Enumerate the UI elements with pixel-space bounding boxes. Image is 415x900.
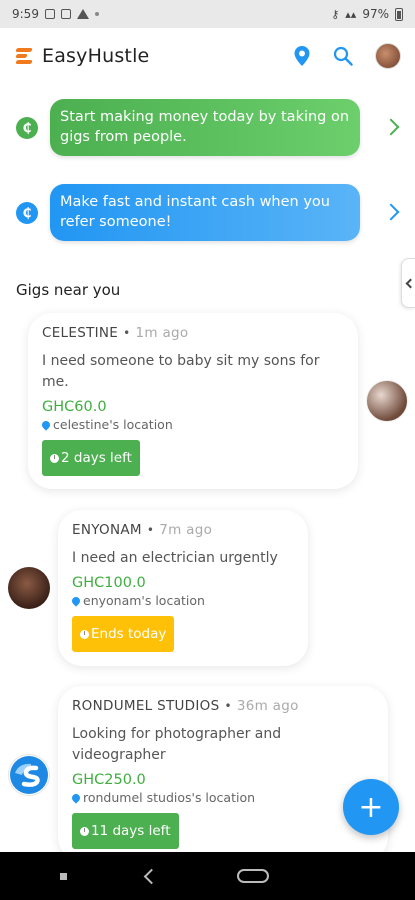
gig-description: I need an electrician urgently [72, 550, 278, 566]
gig-location-text: celestine's location [53, 417, 173, 432]
app-title: EasyHustle [42, 45, 150, 67]
cedi-icon: ₵ [16, 202, 38, 224]
battery-percent: 97% [362, 7, 389, 21]
chevron-right-icon[interactable] [382, 203, 400, 221]
side-drawer-handle[interactable] [401, 258, 415, 308]
gig-description: I need someone to baby sit my sons for m… [42, 353, 320, 390]
cedi-icon: ₵ [16, 117, 38, 139]
section-title: Gigs near you [16, 281, 121, 299]
gig-location: celestine's location [40, 417, 344, 432]
add-gig-button[interactable]: + [343, 779, 399, 835]
studio-logo-icon [10, 756, 48, 794]
location-pin-icon [40, 418, 52, 431]
badge-text: 2 days left [61, 450, 132, 466]
dot-icon [94, 12, 99, 16]
warning-icon [76, 9, 89, 19]
gig-location: enyonam's location [70, 593, 294, 608]
status-badge: 2 days left [42, 440, 140, 476]
gig-card[interactable]: RONDUMEL STUDIOS • 36m ago Looking for p… [58, 686, 388, 861]
logo-icon [14, 45, 36, 67]
chevron-left-icon [405, 278, 415, 288]
badge-text: 11 days left [91, 823, 171, 839]
gig-time: 1m ago [135, 325, 189, 341]
banner-text: Start making money today by taking on gi… [50, 99, 360, 156]
gig-description: Looking for photographer and videographe… [72, 726, 282, 763]
system-nav-bar [0, 852, 415, 900]
signal-icon: ▴▴ [345, 7, 357, 21]
gig-time: 36m ago [236, 698, 299, 714]
notification-icon [60, 9, 71, 19]
status-time: 9:59 [12, 7, 39, 21]
app-logo: EasyHustle [14, 45, 149, 67]
gig-poster: RONDUMEL STUDIOS [72, 698, 220, 714]
gig-poster-avatar[interactable] [8, 754, 50, 796]
nav-spacer [348, 873, 355, 880]
status-bar: 9:59 ⚷ ▴▴ 97% [0, 0, 415, 28]
app-bar: EasyHustle [0, 28, 415, 84]
back-button[interactable] [143, 868, 160, 884]
clock-icon [50, 453, 59, 463]
gig-price: GHC250.0 [72, 772, 146, 788]
key-icon: ⚷ [331, 7, 340, 21]
gig-location-text: enyonam's location [83, 593, 205, 608]
separator-dot: • [123, 326, 131, 340]
location-pin-icon [70, 791, 82, 804]
clock-icon [80, 826, 89, 836]
status-badge: 11 days left [72, 813, 179, 849]
gig-poster-avatar[interactable] [8, 567, 50, 609]
profile-avatar[interactable] [375, 43, 401, 69]
separator-dot: • [146, 523, 155, 537]
recents-button[interactable] [59, 872, 67, 880]
location-pin-icon[interactable] [293, 45, 311, 67]
chevron-right-icon[interactable] [382, 118, 400, 136]
gig-location-text: rondumel studios's location [83, 790, 256, 805]
gig-poster: CELESTINE [42, 325, 119, 341]
gig-poster: ENYONAM [72, 522, 142, 538]
gig-time: 7m ago [159, 522, 213, 538]
status-badge: Ends today [72, 616, 175, 652]
home-button[interactable] [236, 869, 269, 883]
banner-text: Make fast and instant cash when you refe… [50, 184, 360, 241]
gig-poster-avatar[interactable] [366, 380, 408, 422]
promo-banner-gigs[interactable]: ₵ Start making money today by taking on … [0, 99, 415, 156]
battery-icon [395, 7, 403, 21]
badge-text: Ends today [91, 626, 167, 642]
gig-price: GHC100.0 [72, 575, 146, 591]
promo-banner-referral[interactable]: ₵ Make fast and instant cash when you re… [0, 184, 415, 241]
search-icon[interactable] [333, 46, 353, 66]
separator-dot: • [224, 699, 232, 713]
location-pin-icon [70, 594, 82, 607]
gig-price: GHC60.0 [42, 399, 107, 415]
gig-location: rondumel studios's location [70, 790, 374, 805]
clock-icon [80, 629, 89, 639]
gig-card[interactable]: CELESTINE • 1m ago I need someone to bab… [28, 313, 358, 489]
notification-icon [44, 9, 55, 19]
gig-card[interactable]: ENYONAM • 7m ago I need an electrician u… [58, 510, 308, 666]
